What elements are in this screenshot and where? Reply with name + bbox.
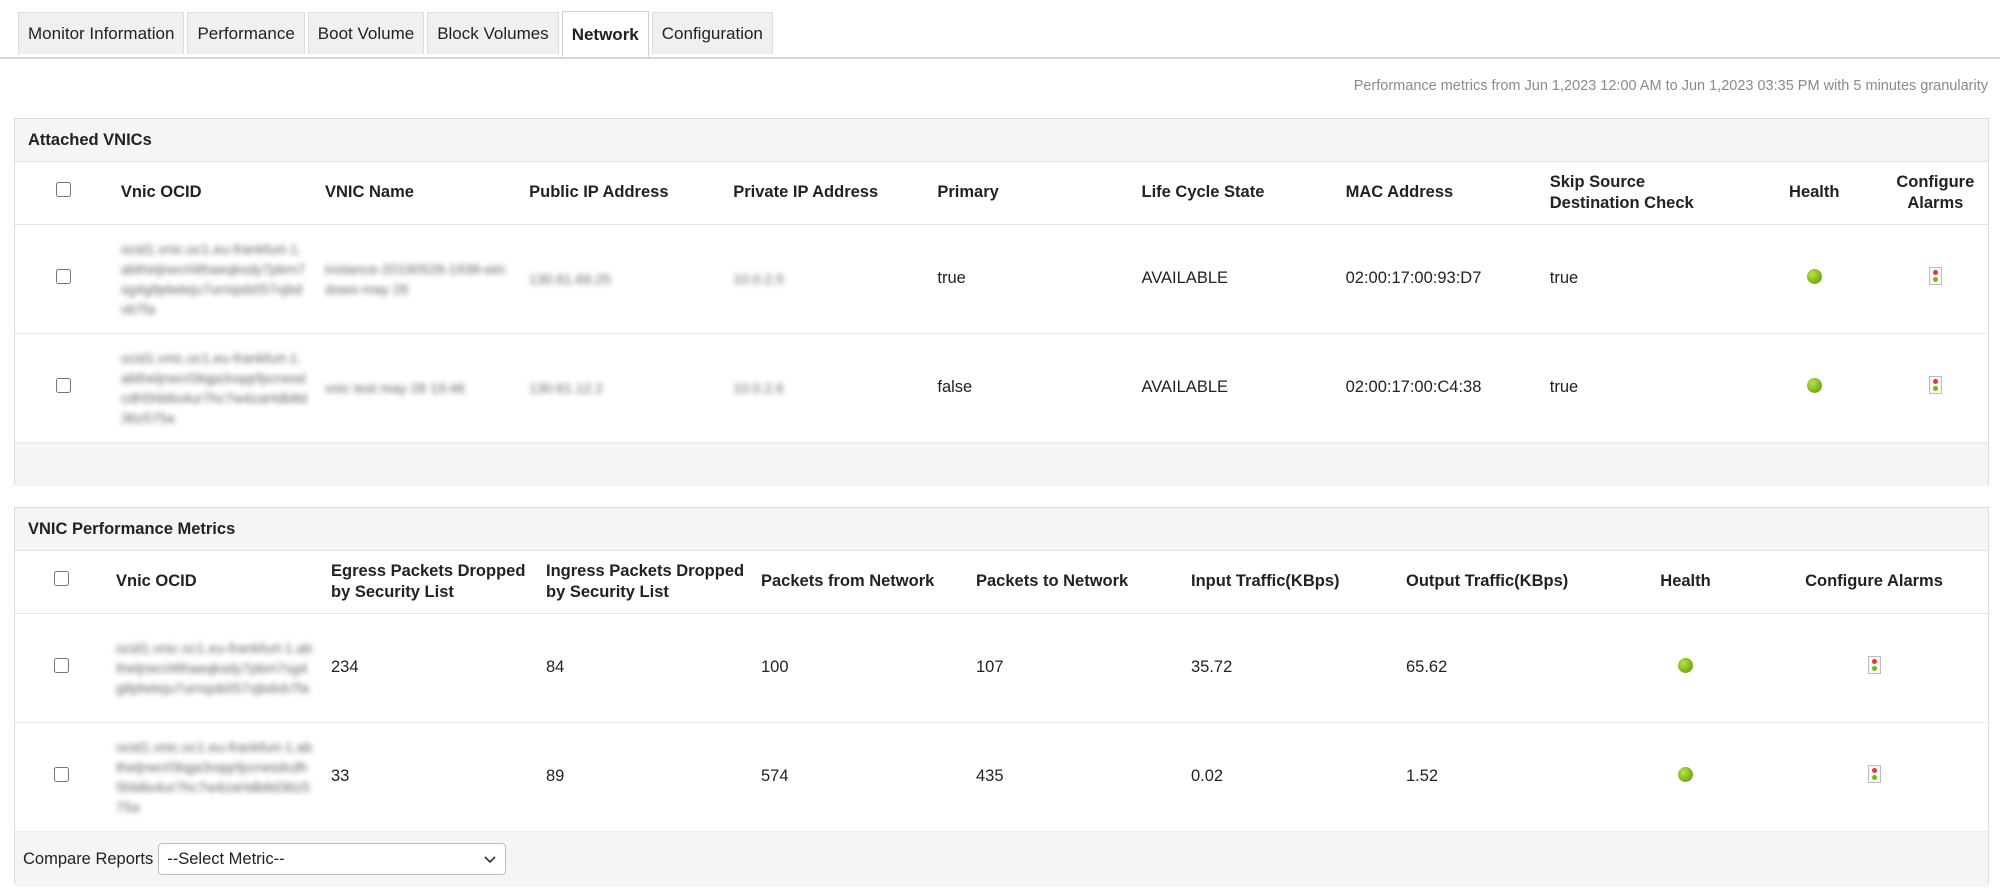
skip-check-value: true xyxy=(1541,224,1746,334)
col-skip-source-check[interactable]: Skip Source Destination Check xyxy=(1541,162,1746,225)
health-status-icon xyxy=(1806,377,1822,393)
compare-metric-selected: --Select Metric-- xyxy=(167,849,285,868)
col-vnic-ocid[interactable]: Vnic OCID xyxy=(112,162,317,225)
table-row: ocid1.vnic.oc1.eu-frankfurt-1.abtheljrwc… xyxy=(15,722,1990,832)
compare-reports-bar: Compare Reports --Select Metric-- xyxy=(15,831,1988,887)
attached-vnics-title: Attached VNICs xyxy=(15,119,1988,162)
public-ip: 130.61.69.25 xyxy=(529,270,611,287)
col-life-cycle-state[interactable]: Life Cycle State xyxy=(1133,162,1338,225)
tab-divider xyxy=(0,57,2000,59)
col-egress-dropped[interactable]: Egress Packets Dropped by Security List xyxy=(323,551,538,614)
tab-bar: Monitor Information Performance Boot Vol… xyxy=(18,11,773,58)
col-configure-alarms: Configure Alarms xyxy=(1758,551,1990,614)
row-checkbox[interactable] xyxy=(56,268,72,284)
compare-metric-select[interactable]: --Select Metric-- xyxy=(158,843,507,875)
configure-alarm-icon[interactable] xyxy=(1928,376,1942,394)
col-ingress-dropped[interactable]: Ingress Packets Dropped by Security List xyxy=(538,551,753,614)
packets-from-value: 574 xyxy=(753,722,968,832)
compare-reports-label: Compare Reports xyxy=(23,849,154,868)
vnic-performance-panel: VNIC Performance Metrics Vnic OCID Egres… xyxy=(14,507,1990,887)
primary-value: true xyxy=(929,224,1134,334)
vnic-ocid: ocid1.vnic.oc1.eu-frankfurt-1.abtheljrwc… xyxy=(116,738,313,815)
tab-boot-volume[interactable]: Boot Volume xyxy=(307,12,425,54)
vnic-performance-table: Vnic OCID Egress Packets Dropped by Secu… xyxy=(15,551,1990,832)
tab-monitor-information[interactable]: Monitor Information xyxy=(18,12,185,54)
attached-vnics-table: Vnic OCID VNIC Name Public IP Address Pr… xyxy=(15,162,1988,443)
tab-configuration[interactable]: Configuration xyxy=(651,12,773,54)
col-primary[interactable]: Primary xyxy=(929,162,1134,225)
attached-vnics-panel: Attached VNICs Vnic OCID VNIC Name Publi… xyxy=(14,118,1989,486)
health-status-icon xyxy=(1806,268,1822,284)
attached-header-row: Vnic OCID VNIC Name Public IP Address Pr… xyxy=(15,162,1988,225)
perf-header-row: Vnic OCID Egress Packets Dropped by Secu… xyxy=(15,551,1990,614)
state-value: AVAILABLE xyxy=(1133,224,1338,334)
col-vnic-name[interactable]: VNIC Name xyxy=(316,162,522,225)
tab-network[interactable]: Network xyxy=(561,11,649,58)
col-vnic-ocid[interactable]: Vnic OCID xyxy=(108,551,323,614)
metrics-time-range-note: Performance metrics from Jun 1,2023 12:0… xyxy=(1353,78,1988,94)
primary-value: false xyxy=(929,333,1134,443)
chevron-down-icon xyxy=(484,856,496,864)
mac-value: 02:00:17:00:93:D7 xyxy=(1337,224,1542,334)
row-checkbox[interactable] xyxy=(54,766,69,782)
configure-alarm-icon[interactable] xyxy=(1928,267,1942,285)
attached-panel-footer xyxy=(15,442,1988,486)
tab-block-volumes[interactable]: Block Volumes xyxy=(427,12,559,54)
ingress-value: 89 xyxy=(538,722,753,832)
egress-value: 33 xyxy=(323,722,538,832)
vnic-ocid: ocid1.vnic.oc1.eu-frankfurt-1.abtheljrwc… xyxy=(120,240,306,317)
vnic-ocid: ocid1.vnic.oc1.eu-frankfurt-1.abtheljrwc… xyxy=(116,639,313,696)
packets-to-value: 107 xyxy=(968,613,1183,723)
output-traffic-value: 1.52 xyxy=(1398,722,1613,832)
configure-alarm-icon[interactable] xyxy=(1867,765,1881,783)
col-mac-address[interactable]: MAC Address xyxy=(1337,162,1542,225)
tab-performance[interactable]: Performance xyxy=(187,12,305,54)
col-packets-from-network[interactable]: Packets from Network xyxy=(753,551,968,614)
state-value: AVAILABLE xyxy=(1133,333,1338,443)
col-packets-to-network[interactable]: Packets to Network xyxy=(968,551,1183,614)
private-ip: 10.0.2.5 xyxy=(733,270,784,287)
col-private-ip[interactable]: Private IP Address xyxy=(725,162,930,225)
table-row: ocid1.vnic.oc1.eu-frankfurt-1.abtheljrwc… xyxy=(15,224,1988,334)
private-ip: 10.0.2.6 xyxy=(733,379,784,396)
table-row: ocid1.vnic.oc1.eu-frankfurt-1.abtheljrwc… xyxy=(15,613,1990,723)
col-health[interactable]: Health xyxy=(1745,162,1883,225)
select-all-perf-checkbox[interactable] xyxy=(54,571,69,587)
vnic-ocid: ocid1.vnic.oc1.eu-frankfurt-1.abtheljrwc… xyxy=(120,349,307,426)
col-public-ip[interactable]: Public IP Address xyxy=(521,162,726,225)
vnic-performance-title: VNIC Performance Metrics xyxy=(15,508,1988,551)
vnic-name: vnic test may 28 19:46 xyxy=(324,379,466,396)
output-traffic-value: 65.62 xyxy=(1398,613,1613,723)
input-traffic-value: 0.02 xyxy=(1183,722,1398,832)
row-checkbox[interactable] xyxy=(56,377,72,393)
col-health[interactable]: Health xyxy=(1613,551,1758,614)
input-traffic-value: 35.72 xyxy=(1183,613,1398,723)
vnic-name: instance-20190528-1938-windows-may 28 xyxy=(324,260,506,297)
configure-alarm-icon[interactable] xyxy=(1867,656,1881,674)
mac-value: 02:00:17:00:C4:38 xyxy=(1337,333,1542,443)
public-ip: 130.61.12.2 xyxy=(529,379,604,396)
egress-value: 234 xyxy=(323,613,538,723)
table-row: ocid1.vnic.oc1.eu-frankfurt-1.abtheljrwc… xyxy=(15,333,1988,443)
col-output-traffic[interactable]: Output Traffic(KBps) xyxy=(1398,551,1613,614)
col-configure-alarms: Configure Alarms xyxy=(1882,162,1988,225)
skip-check-value: true xyxy=(1541,333,1746,443)
packets-to-value: 435 xyxy=(968,722,1183,832)
packets-from-value: 100 xyxy=(753,613,968,723)
health-status-icon xyxy=(1678,657,1693,673)
row-checkbox[interactable] xyxy=(54,657,69,673)
health-status-icon xyxy=(1678,766,1693,782)
col-input-traffic[interactable]: Input Traffic(KBps) xyxy=(1183,551,1398,614)
select-all-attached-checkbox[interactable] xyxy=(56,182,72,198)
ingress-value: 84 xyxy=(538,613,753,723)
